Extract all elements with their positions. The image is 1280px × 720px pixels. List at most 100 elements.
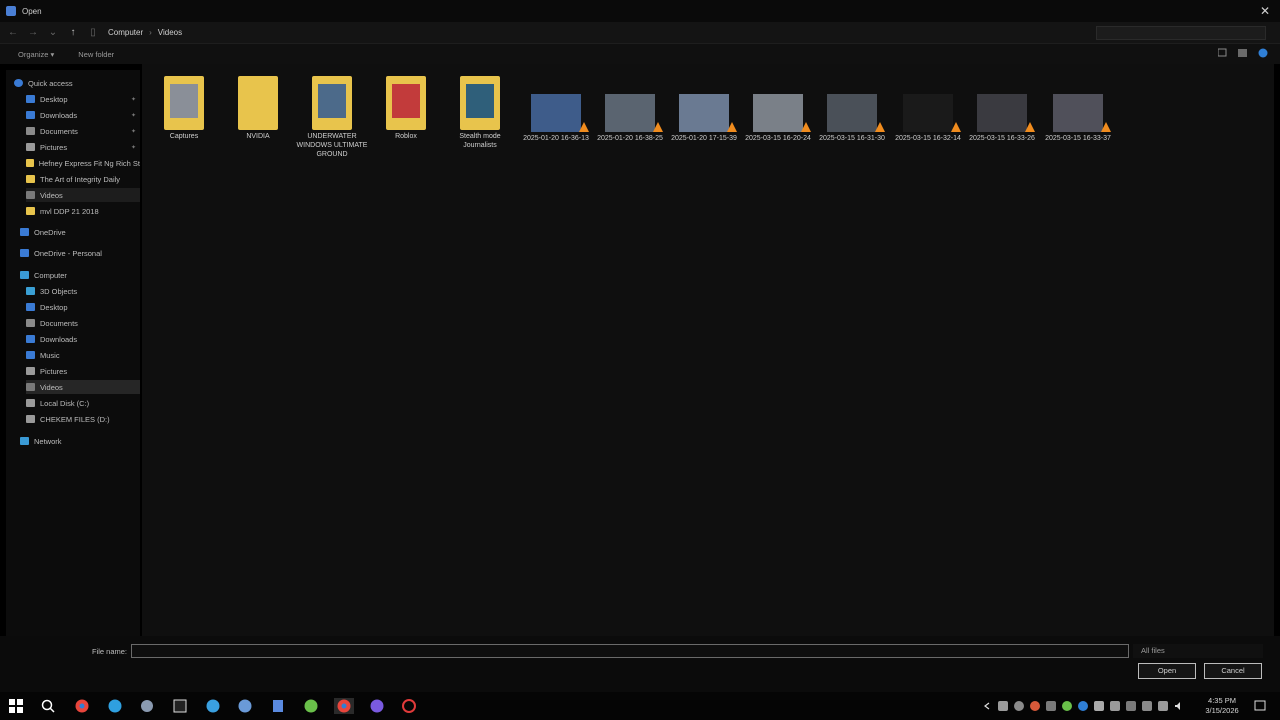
chrome-active-icon[interactable] — [334, 698, 354, 714]
nav-label: mvl DDP 21 2018 — [40, 206, 99, 216]
tray-app5-icon[interactable] — [1126, 701, 1136, 711]
nav-quick-folder-2[interactable]: The Art of Integrity Daily — [26, 172, 140, 186]
tray-app4-icon[interactable] — [1110, 701, 1120, 711]
nav-quick-access[interactable]: Quick access — [14, 76, 140, 90]
file-item-stealth-mode[interactable]: Stealth mode Journalists — [444, 76, 516, 150]
pictures-icon — [26, 143, 35, 151]
nav-computer-documents[interactable]: Documents — [26, 316, 140, 330]
search-input[interactable] — [1096, 26, 1266, 40]
file-item-video-1[interactable]: 2025-01-20 16-36-13 — [520, 94, 592, 143]
folder-icon — [460, 76, 500, 130]
tray-app3-icon[interactable] — [1046, 701, 1056, 711]
telegram-icon[interactable] — [205, 698, 221, 714]
file-item-captures[interactable]: Captures — [148, 76, 220, 141]
file-item-underwater-windows[interactable]: UNDERWATER WINDOWS ULTIMATE GROUND — [296, 76, 368, 159]
breadcrumb-videos[interactable]: Videos — [158, 28, 182, 37]
vlc-icon — [801, 122, 811, 132]
recorder-icon[interactable] — [401, 698, 417, 714]
file-item-video-6[interactable]: 2025-03-15 16-32-14 — [892, 94, 964, 143]
nav-label: Pictures — [40, 366, 68, 376]
cancel-button[interactable]: Cancel — [1204, 663, 1262, 679]
forward-arrow-icon[interactable]: → — [26, 27, 40, 38]
breadcrumb-computer[interactable]: Computer — [108, 28, 143, 37]
clock[interactable]: 4:35 PM 3/15/2026 — [1200, 696, 1244, 716]
nav-computer-desktop[interactable]: Desktop — [26, 300, 140, 314]
nav-computer[interactable]: Computer — [20, 268, 140, 282]
nav-computer-videos[interactable]: Videos — [26, 380, 140, 394]
close-icon[interactable]: ✕ — [1260, 4, 1270, 18]
network-icon[interactable] — [1158, 701, 1168, 711]
nav-quick-videos[interactable]: Videos — [26, 188, 140, 202]
nav-network[interactable]: Network — [20, 434, 140, 448]
windows-start-icon[interactable] — [8, 698, 24, 714]
nav-computer-local-disk[interactable]: Local Disk (C:) — [26, 396, 140, 410]
file-item-nvidia[interactable]: NVIDIA — [222, 76, 294, 141]
nav-quick-documents[interactable]: Documents ✦ — [26, 124, 140, 138]
app2-icon[interactable] — [369, 698, 385, 714]
tray-utorrent-icon[interactable] — [1062, 701, 1072, 711]
recent-locations-icon[interactable]: ⌄ — [46, 27, 60, 38]
nav-onedrive-personal[interactable]: OneDrive - Personal — [20, 246, 140, 260]
up-arrow-icon[interactable]: ↑ — [66, 27, 80, 38]
file-list-pane[interactable]: Captures NVIDIA UNDERWATER WINDOWS ULTIM… — [142, 64, 1274, 636]
nav-computer-chekem-files[interactable]: CHEKEM FILES (D:) — [26, 412, 140, 426]
new-folder-button[interactable]: New folder — [78, 50, 114, 59]
file-item-video-7[interactable]: 2025-03-15 16-33-26 — [966, 94, 1038, 143]
file-item-video-5[interactable]: 2025-03-15 16-31-30 — [816, 94, 888, 143]
edge-icon[interactable] — [107, 698, 123, 714]
app-icon[interactable] — [139, 698, 155, 714]
nav-quick-downloads[interactable]: Downloads ✦ — [26, 108, 140, 122]
steam-icon[interactable] — [237, 698, 253, 714]
vlc-icon — [951, 122, 961, 132]
file-item-video-8[interactable]: 2025-03-15 16-33-37 — [1042, 94, 1114, 143]
tray-app6-icon[interactable] — [1142, 701, 1152, 711]
search-icon[interactable] — [40, 698, 56, 714]
tray-app2-icon[interactable] — [1030, 701, 1040, 711]
show-hidden-icons-icon[interactable] — [982, 701, 992, 711]
nav-computer-music[interactable]: Music — [26, 348, 140, 362]
video-thumbnail — [531, 94, 589, 132]
nav-quick-folder-3[interactable]: mvl DDP 21 2018 — [26, 204, 140, 218]
discord-icon[interactable] — [998, 701, 1008, 711]
video-thumbnail — [903, 94, 961, 132]
file-type-filter[interactable]: All files — [1133, 644, 1263, 658]
preview-pane-icon[interactable] — [1238, 48, 1248, 58]
nav-computer-downloads[interactable]: Downloads — [26, 332, 140, 346]
nav-computer-pictures[interactable]: Pictures — [26, 364, 140, 378]
chrome-icon[interactable] — [74, 698, 90, 714]
file-item-video-4[interactable]: 2025-03-15 16-20-24 — [742, 94, 814, 143]
file-type-filter-label: All files — [1141, 646, 1165, 655]
view-options-icon[interactable] — [1217, 48, 1228, 58]
nav-quick-pictures[interactable]: Pictures ✦ — [26, 140, 140, 154]
help-icon[interactable] — [1258, 48, 1268, 58]
file-item-video-2[interactable]: 2025-01-20 16-38-25 — [594, 94, 666, 143]
video-thumbnail — [977, 94, 1035, 132]
open-button[interactable]: Open — [1138, 663, 1196, 679]
nav-computer-3d-objects[interactable]: 3D Objects — [26, 284, 140, 298]
tray-app-icon[interactable] — [1014, 701, 1024, 711]
cloud-icon — [20, 249, 29, 257]
bluetooth-icon[interactable] — [1078, 701, 1088, 711]
nav-quick-desktop[interactable]: Desktop ✦ — [26, 92, 140, 106]
pin-icon: ✦ — [130, 112, 136, 119]
nav-label: Videos — [40, 190, 63, 200]
desktop-icon — [26, 303, 35, 311]
breadcrumb-separator-icon: › — [149, 28, 152, 37]
folder-icon — [26, 175, 35, 183]
utorrent-icon[interactable] — [303, 698, 319, 714]
file-label: NVIDIA — [246, 133, 270, 140]
capcut-icon[interactable] — [172, 698, 188, 714]
microphone-icon[interactable] — [1094, 701, 1104, 711]
back-arrow-icon[interactable]: ← — [6, 27, 20, 38]
notifications-icon[interactable] — [1254, 700, 1266, 712]
file-item-roblox[interactable]: Roblox — [370, 76, 442, 141]
volume-icon[interactable] — [1174, 701, 1184, 711]
organize-button[interactable]: Organize ▾ — [18, 50, 54, 59]
nav-label: Network — [34, 436, 62, 446]
file-name-input[interactable] — [131, 644, 1129, 658]
nav-onedrive[interactable]: OneDrive — [20, 225, 140, 239]
nav-quick-folder-1[interactable]: Hefney Express Fit Ng Rich St — [26, 156, 140, 170]
video-thumbnail — [827, 94, 885, 132]
file-item-video-3[interactable]: 2025-01-20 17-15-39 — [668, 94, 740, 143]
calculator-icon[interactable] — [270, 698, 286, 714]
